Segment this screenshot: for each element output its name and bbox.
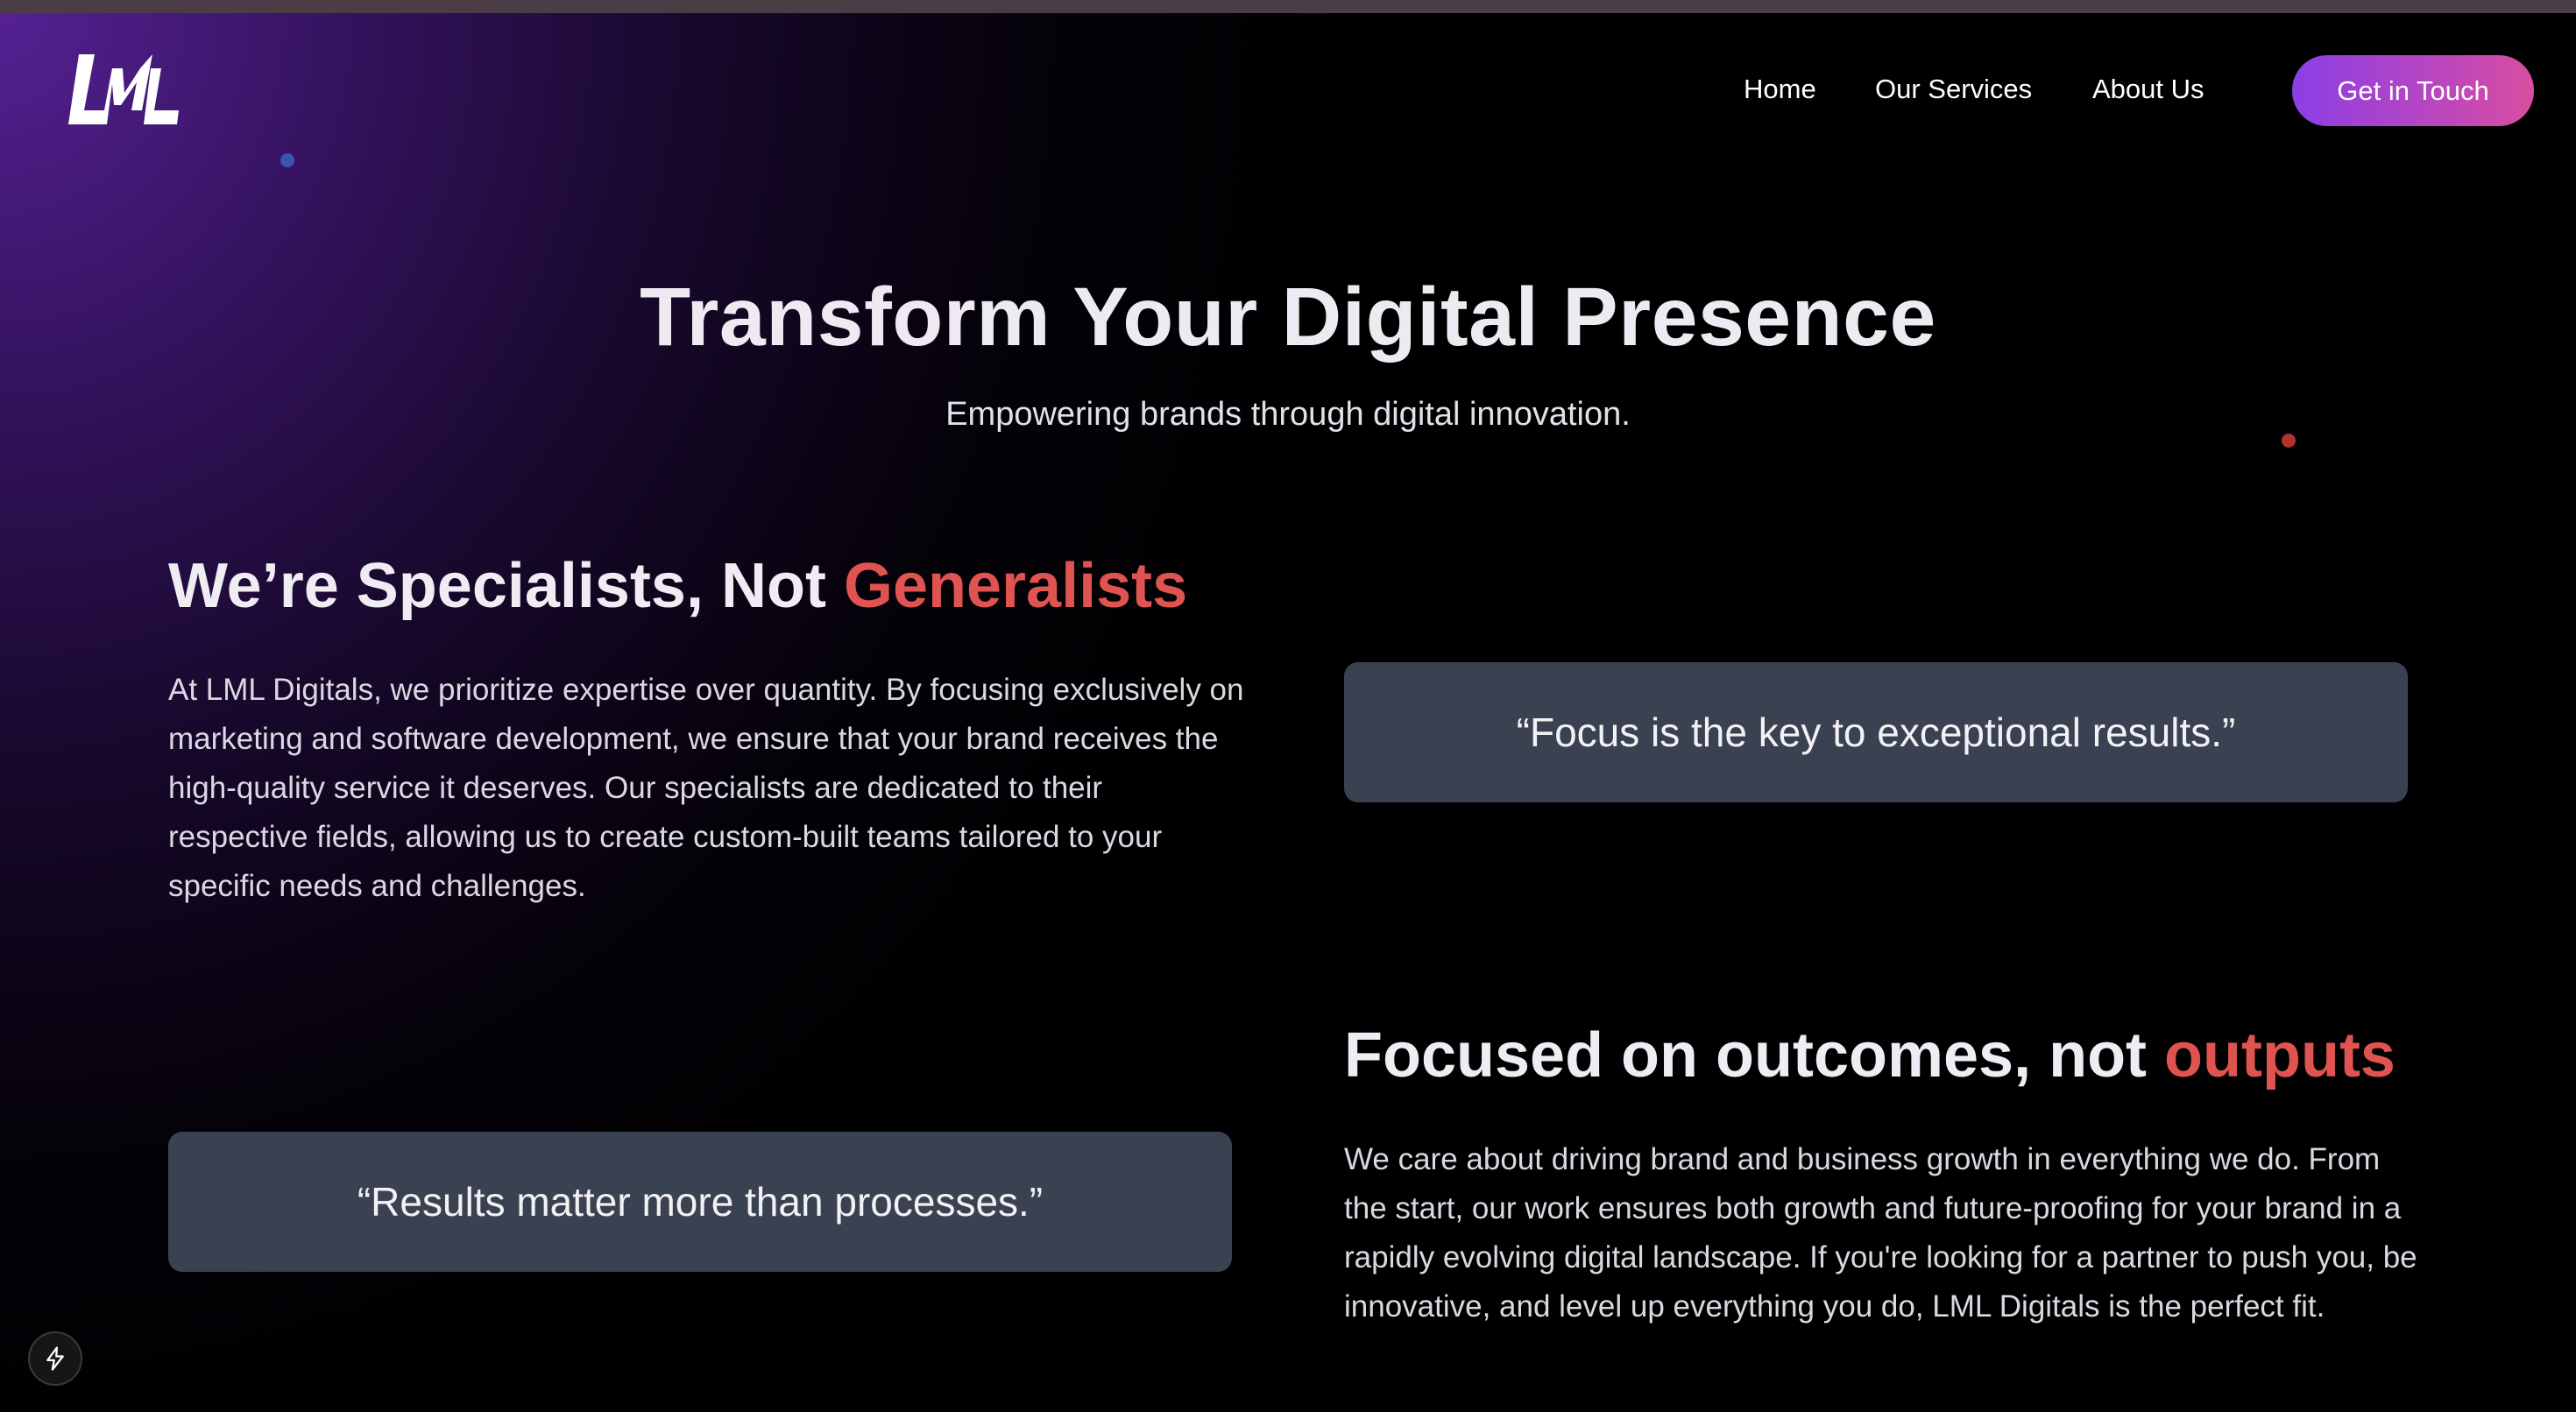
browser-top-strip (0, 0, 2576, 13)
hero-title: Transform Your Digital Presence (640, 271, 1936, 364)
outcomes-quote-card: “Results matter more than processes.” (168, 1132, 1232, 1272)
specialists-quote-card: “Focus is the key to exceptional results… (1344, 662, 2408, 802)
lightning-bolt-icon (46, 1346, 64, 1371)
specialists-title: We’re Specialists, Not Generalists (168, 550, 1187, 622)
lml-logo-mark (68, 54, 179, 124)
decorative-dot-red (2282, 434, 2296, 448)
nav-link-home[interactable]: Home (1744, 74, 1816, 105)
outcomes-body: We care about driving brand and business… (1344, 1142, 2417, 1324)
site-logo[interactable] (67, 53, 179, 126)
get-in-touch-button[interactable]: Get in Touch (2292, 55, 2534, 126)
nav-link-our-services[interactable]: Our Services (1875, 74, 2032, 105)
hero-subtitle: Empowering brands through digital innova… (945, 396, 1631, 433)
specialists-title-main: We’re Specialists, Not (168, 551, 844, 621)
outcomes-title-accent: outputs (2164, 1020, 2396, 1091)
outcomes-quote-text: “Results matter more than processes.” (357, 1179, 1044, 1225)
lightning-bolt-button[interactable] (28, 1331, 82, 1386)
outcomes-title: Focused on outcomes, not outputs (1344, 1020, 2396, 1091)
decorative-dot-blue (280, 153, 294, 167)
nav-link-about-us[interactable]: About Us (2092, 74, 2204, 105)
outcomes-title-main: Focused on outcomes, not (1344, 1020, 2165, 1091)
specialists-title-accent: Generalists (843, 551, 1188, 621)
specialists-body: At LML Digitals, we prioritize expertise… (168, 673, 1244, 903)
specialists-quote-text: “Focus is the key to exceptional results… (1516, 710, 2236, 755)
